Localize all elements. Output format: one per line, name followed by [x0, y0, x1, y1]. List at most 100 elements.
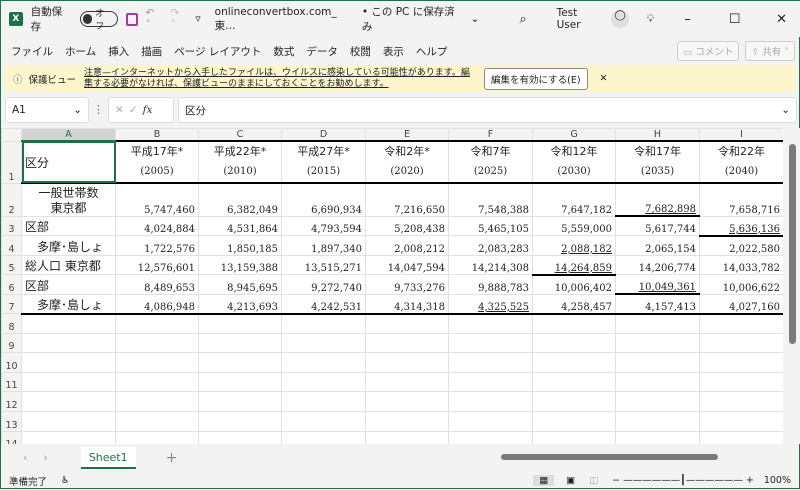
prev-sheet-icon[interactable]: ‹: [23, 451, 27, 464]
empty-cell[interactable]: [699, 371, 783, 393]
column-heading-cell[interactable]: 平成27年* (2015): [281, 140, 366, 184]
data-cell[interactable]: 9,272,740: [281, 274, 366, 295]
data-cell[interactable]: 14,033,782: [699, 254, 783, 275]
data-cell[interactable]: 9,888,783: [448, 274, 533, 295]
empty-cell[interactable]: [365, 313, 449, 334]
empty-cell[interactable]: [21, 391, 116, 412]
empty-cell[interactable]: [198, 352, 282, 373]
empty-cell[interactable]: [115, 371, 199, 393]
formula-input[interactable]: 区分 ⌄: [178, 97, 797, 123]
search-icon[interactable]: ⌕: [519, 12, 526, 27]
column-header-d[interactable]: D: [281, 128, 366, 142]
empty-cell[interactable]: [699, 430, 783, 444]
data-cell[interactable]: 4,086,948: [115, 293, 199, 315]
zoom-slider[interactable]: − ——————┃—————— +: [612, 475, 754, 486]
data-cell[interactable]: 7,682,898: [615, 182, 700, 217]
data-cell[interactable]: 13,159,388: [198, 254, 282, 275]
data-cell[interactable]: 4,157,413: [615, 293, 700, 315]
empty-cell[interactable]: [115, 391, 199, 412]
column-header-f[interactable]: F: [448, 128, 533, 142]
row-header-11[interactable]: 11: [1, 371, 22, 393]
column-header-b[interactable]: B: [115, 128, 199, 142]
cancel-icon[interactable]: ✕: [115, 104, 124, 116]
enter-icon[interactable]: ✓: [129, 104, 138, 116]
row-label-cell[interactable]: 総人口 東京都: [21, 254, 116, 275]
save-status[interactable]: • この PC に保存済み: [362, 4, 463, 34]
empty-cell[interactable]: [448, 313, 533, 334]
data-cell[interactable]: 5,465,105: [448, 215, 533, 236]
redo-icon[interactable]: ↷ ˅: [170, 7, 187, 31]
empty-cell[interactable]: [281, 410, 366, 432]
row-header-4[interactable]: 4: [1, 235, 22, 256]
empty-cell[interactable]: [615, 313, 700, 334]
share-button[interactable]: ⇪ 共有 ˅: [745, 41, 795, 61]
row-label-cell[interactable]: 多摩･島しょ: [21, 235, 116, 256]
customize-qat-icon[interactable]: ▿: [195, 13, 200, 25]
data-cell[interactable]: 14,047,594: [365, 254, 449, 275]
enable-editing-button[interactable]: 編集を有効にする(E): [484, 67, 588, 90]
empty-cell[interactable]: [448, 371, 533, 393]
empty-cell[interactable]: [615, 332, 700, 354]
empty-cell[interactable]: [699, 313, 783, 334]
column-heading-cell[interactable]: 平成17年* (2005): [115, 140, 199, 184]
data-cell[interactable]: 5,636,136: [699, 215, 783, 237]
row-header-7[interactable]: 7: [1, 293, 22, 314]
data-cell[interactable]: 14,214,308: [448, 254, 533, 275]
data-cell[interactable]: 4,314,318: [365, 293, 449, 315]
empty-cell[interactable]: [532, 313, 616, 334]
close-icon[interactable]: ✕: [600, 73, 608, 84]
column-header-h[interactable]: H: [615, 128, 700, 142]
data-cell[interactable]: 12,576,601: [115, 254, 199, 275]
vertical-scrollbar[interactable]: [783, 128, 800, 444]
select-all-corner[interactable]: [1, 128, 22, 142]
data-cell[interactable]: 4,213,693: [198, 293, 282, 315]
empty-cell[interactable]: [448, 332, 533, 354]
empty-cell[interactable]: [615, 371, 700, 393]
empty-cell[interactable]: [615, 352, 700, 373]
empty-cell[interactable]: [281, 332, 366, 354]
column-heading-cell[interactable]: 平成22年* (2010): [198, 140, 282, 184]
chevron-down-icon[interactable]: ⌄: [471, 13, 480, 25]
data-cell[interactable]: 5,617,744: [615, 215, 700, 236]
row-header-1[interactable]: 1: [1, 140, 22, 184]
empty-cell[interactable]: [21, 410, 116, 432]
normal-view-icon[interactable]: ▦: [533, 475, 555, 486]
data-cell[interactable]: 10,049,361: [615, 274, 700, 295]
data-cell[interactable]: 2,065,154: [615, 235, 700, 256]
empty-cell[interactable]: [115, 313, 199, 334]
data-cell[interactable]: 6,382,049: [198, 182, 282, 217]
empty-cell[interactable]: [699, 410, 783, 432]
column-heading-cell[interactable]: 令和22年 (2040): [699, 140, 783, 184]
worksheet-grid[interactable]: A B C D E F G H I 1 区分 平成17年* (2005) 平成22年* (2010) 平成27…: [1, 128, 783, 444]
data-cell[interactable]: 7,548,388: [448, 182, 533, 217]
empty-cell[interactable]: [448, 430, 533, 444]
menu-review[interactable]: 校閲: [350, 44, 371, 59]
menu-help[interactable]: ヘルプ: [416, 44, 448, 59]
data-cell[interactable]: 10,006,402: [532, 274, 616, 295]
empty-cell[interactable]: [532, 352, 616, 373]
empty-cell[interactable]: [365, 352, 449, 373]
data-cell[interactable]: 8,945,695: [198, 274, 282, 295]
column-header-e[interactable]: E: [365, 128, 449, 142]
empty-cell[interactable]: [21, 371, 116, 393]
menu-data[interactable]: データ: [306, 44, 338, 59]
empty-cell[interactable]: [699, 391, 783, 412]
row-header-3[interactable]: 3: [1, 215, 22, 236]
menu-draw[interactable]: 描画: [141, 44, 162, 59]
empty-cell[interactable]: [365, 430, 449, 444]
row-header-6[interactable]: 6: [1, 274, 22, 295]
empty-cell[interactable]: [532, 371, 616, 393]
maximize-button[interactable]: ☐: [715, 12, 754, 27]
data-cell[interactable]: 2,022,580: [699, 235, 783, 256]
minimize-button[interactable]: –: [668, 12, 707, 27]
data-cell[interactable]: 13,515,271: [281, 254, 366, 275]
autosave-toggle[interactable]: オフ: [79, 9, 118, 32]
accessibility-icon[interactable]: ♿︎: [61, 475, 70, 486]
menu-view[interactable]: 表示: [383, 44, 404, 59]
empty-cell[interactable]: [115, 332, 199, 354]
empty-cell[interactable]: [365, 371, 449, 393]
page-break-view-icon[interactable]: ◫: [589, 475, 598, 486]
data-cell[interactable]: 1,850,185: [198, 235, 282, 256]
empty-cell[interactable]: [448, 391, 533, 412]
empty-cell[interactable]: [615, 410, 700, 432]
